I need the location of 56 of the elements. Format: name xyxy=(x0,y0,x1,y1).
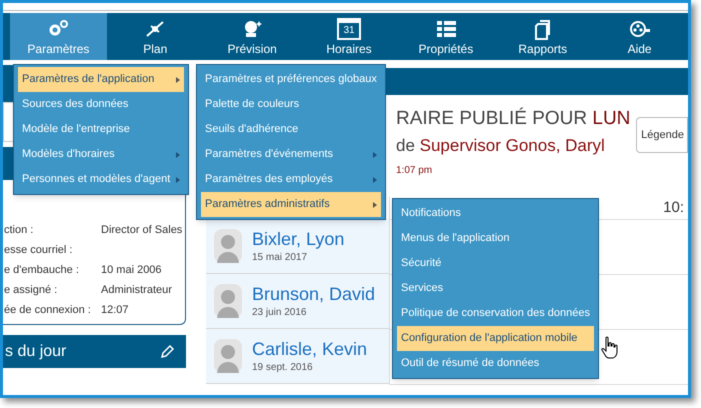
menu-item[interactable]: Notifications xyxy=(397,201,594,226)
employee-date: 15 mai 2017 xyxy=(252,250,308,264)
menu-item[interactable]: Modèles d'horaires xyxy=(18,142,184,167)
menu-item[interactable]: Paramètres administratifs xyxy=(201,192,381,217)
employee-row[interactable]: Carlisle, Kevin 19 sept. 2016 xyxy=(206,329,389,384)
employee-name: Carlisle, Kevin xyxy=(252,338,368,360)
nav-tab[interactable]: Plan xyxy=(106,13,204,60)
employee-row[interactable]: Bixler, Lyon 15 mai 2017 xyxy=(206,219,389,274)
nav-tab[interactable]: 31 Horaires xyxy=(300,13,398,60)
report-subtitle: de Supervisor Gonos, Daryl xyxy=(396,135,606,157)
menu-item[interactable]: Configuration de l'application mobile xyxy=(397,326,594,351)
field-label: e d'embauche : xyxy=(3,263,80,278)
report-title: RAIRE PUBLIÉ POUR LUN xyxy=(396,106,630,131)
nav-tab[interactable]: Aide xyxy=(591,13,688,60)
legend-button[interactable]: Légende xyxy=(636,117,688,153)
nav-tab[interactable]: Propriétés xyxy=(397,13,494,60)
avatar-placeholder xyxy=(214,229,242,263)
menu-item[interactable]: Paramètres de l'application xyxy=(18,67,184,92)
menu-item[interactable]: Modèle de l'entreprise xyxy=(18,117,184,142)
nav-tab[interactable]: Rapports xyxy=(494,13,592,60)
field-value: Administrateur xyxy=(100,283,173,298)
menu-item[interactable]: Seuils d'adhérence xyxy=(201,117,381,142)
column-header: 10: xyxy=(663,198,684,218)
menu-item[interactable]: Paramètres et préférences globaux xyxy=(201,67,381,92)
employee-row[interactable]: Brunson, David 23 juin 2016 xyxy=(206,274,389,329)
field-label: ée de connexion : xyxy=(3,303,92,318)
menu-item[interactable]: Paramètres d'événements xyxy=(201,142,381,167)
menu-item[interactable]: Sécurité xyxy=(397,251,594,276)
nav-tab[interactable]: Paramètres xyxy=(10,13,107,60)
employee-name: Bixler, Lyon xyxy=(252,228,344,250)
film-reel-icon xyxy=(628,18,652,40)
menu-item[interactable]: Outil de résumé de données xyxy=(397,351,594,376)
panel-title: s du jour xyxy=(5,342,66,362)
menu-item[interactable]: Politique de conservation des données xyxy=(397,301,594,326)
employee-date: 19 sept. 2016 xyxy=(252,360,314,374)
calendar-day-text: 31 xyxy=(343,26,355,36)
menu-item[interactable]: Services xyxy=(397,276,594,301)
pencil-icon[interactable] xyxy=(160,344,174,358)
field-label: ction : xyxy=(3,223,34,238)
menu-item[interactable]: Palette de couleurs xyxy=(201,92,381,117)
avatar-placeholder xyxy=(214,284,242,318)
report-run-time: 1:07 pm xyxy=(396,164,434,178)
field-value: 10 mai 2006 xyxy=(100,263,163,278)
employee-name: Brunson, David xyxy=(252,282,376,304)
employee-date: 23 juin 2016 xyxy=(252,306,308,320)
menu-item[interactable]: Paramètres des employés xyxy=(201,167,381,192)
nav-tab[interactable]: Prévision xyxy=(204,13,301,60)
menu-item[interactable]: Menus de l'application xyxy=(397,226,594,251)
field-label: e assigné : xyxy=(3,283,58,298)
field-value: 12:07 xyxy=(100,303,130,318)
menu-item[interactable]: Sources des données xyxy=(18,92,184,117)
avatar-placeholder xyxy=(214,339,242,373)
field-value: Director of Sales xyxy=(100,223,183,238)
field-label: esse courriel : xyxy=(3,243,74,258)
hand-cursor-icon xyxy=(601,336,619,360)
menu-item[interactable]: Personnes et modèles d'agent xyxy=(18,167,184,192)
